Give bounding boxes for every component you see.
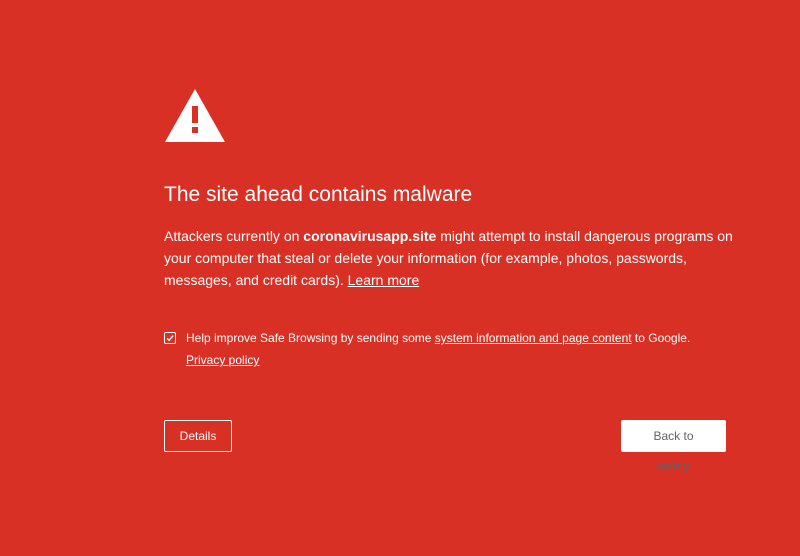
- warning-description: Attackers currently on coronavirusapp.si…: [164, 225, 734, 291]
- opt-in-label: Help improve Safe Browsing by sending so…: [186, 327, 690, 349]
- checkmark-icon: [166, 335, 174, 342]
- warning-triangle-icon: [164, 88, 226, 143]
- details-button[interactable]: Details: [164, 420, 232, 452]
- opt-in-prefix: Help improve Safe Browsing by sending so…: [186, 331, 435, 345]
- site-name: coronavirusapp.site: [303, 228, 437, 244]
- system-information-link[interactable]: system information and page content: [435, 331, 632, 345]
- back-to-safety-button[interactable]: Back to safety: [621, 420, 726, 473]
- page-title: The site ahead contains malware: [164, 183, 473, 206]
- opt-in-suffix: to Google.: [631, 331, 691, 345]
- interstitial-page: The site ahead contains malware Attacker…: [0, 0, 800, 556]
- description-prefix: Attackers currently on: [164, 228, 304, 244]
- opt-in-checkbox[interactable]: [164, 332, 176, 344]
- learn-more-link[interactable]: Learn more: [348, 272, 420, 288]
- privacy-policy-link[interactable]: Privacy policy: [186, 349, 259, 371]
